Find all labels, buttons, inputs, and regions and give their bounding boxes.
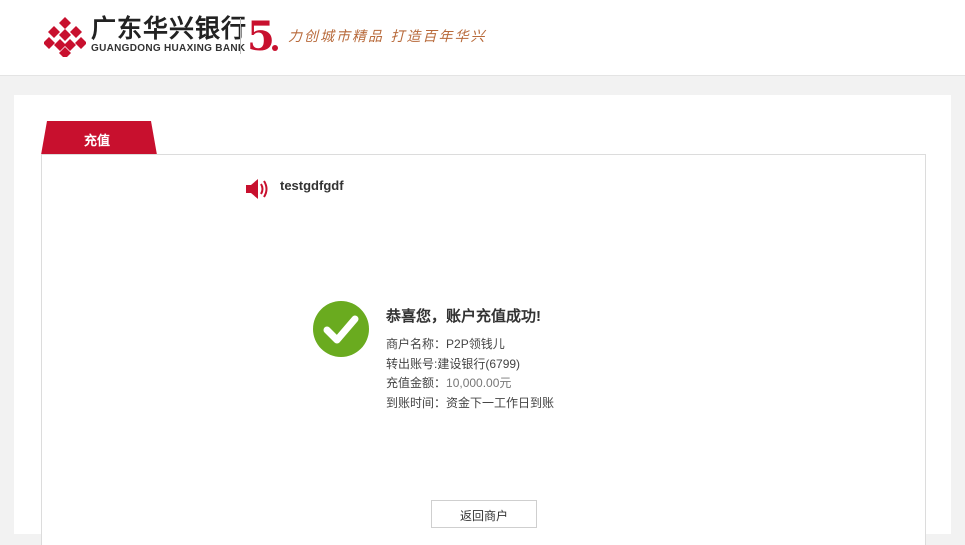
check-circle-icon — [313, 301, 369, 357]
back-to-merchant-button[interactable]: 返回商户 — [431, 500, 537, 528]
account-value: 建设银行(6799) — [437, 357, 521, 371]
bank-logo-icon — [44, 17, 86, 57]
anniversary-badge-icon: 5 — [247, 14, 278, 58]
amount-label: 充值金额： — [386, 376, 447, 390]
bank-slogan: 力创城市精品 打造百年华兴 — [288, 29, 487, 45]
header-divider — [240, 18, 241, 54]
bank-name-en: GUANGDONG HUAXING BANK — [91, 43, 246, 54]
notice-text: testgdfgdf — [280, 178, 344, 193]
amount-line: 充值金额：10,000.00元 — [386, 375, 511, 391]
speaker-icon — [246, 179, 268, 199]
bank-name-cn: 广东华兴银行 — [91, 15, 248, 43]
svg-text:5: 5 — [247, 14, 275, 58]
account-label: 转出账号: — [386, 357, 438, 371]
arrival-line: 到账时间：资金下一工作日到账 — [386, 395, 554, 411]
tab-recharge[interactable]: 充值 — [41, 132, 157, 150]
amount-value: 10,000.00元 — [446, 376, 512, 390]
success-title: 恭喜您，账户充值成功! — [386, 308, 541, 325]
arrival-value: 资金下一工作日到账 — [446, 396, 555, 410]
site-header: 广东华兴银行 GUANGDONG HUAXING BANK 5 力创城市精品 打… — [0, 0, 965, 76]
account-line: 转出账号:建设银行(6799) — [386, 356, 520, 372]
merchant-value: P2P领钱儿 — [446, 337, 505, 351]
arrival-label: 到账时间： — [386, 396, 447, 410]
merchant-label: 商户名称： — [386, 337, 447, 351]
merchant-line: 商户名称：P2P领钱儿 — [386, 336, 505, 352]
